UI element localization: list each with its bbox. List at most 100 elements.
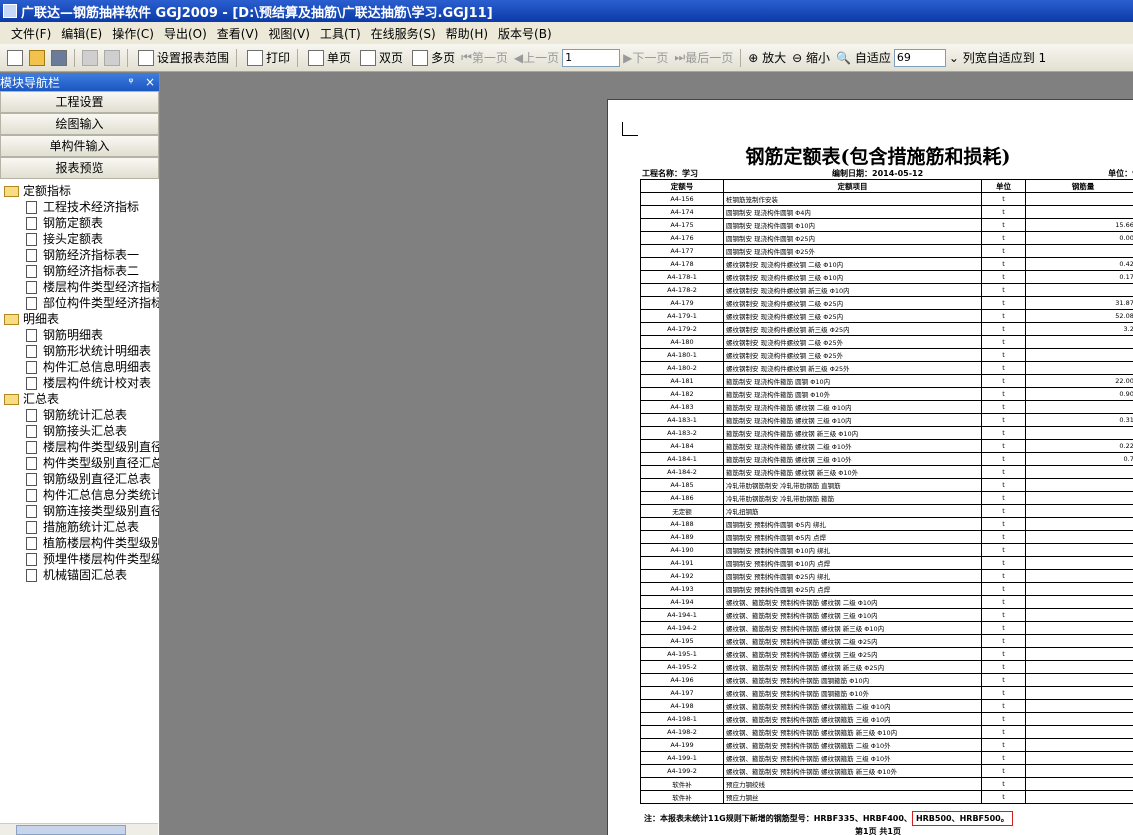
menu-help[interactable]: 帮助(H) [441, 25, 493, 42]
report-note: 注：本报表未统计11G规则下新增的钢筋型号：HRBF335、HRBF400、 HR… [644, 811, 1013, 826]
menu-version[interactable]: 版本号(B) [493, 25, 557, 42]
cell-unit: t [981, 712, 1026, 726]
prev-page-button[interactable]: ◀ 上一页 [511, 49, 562, 66]
tree-item[interactable]: 钢筋经济指标表一 [4, 247, 159, 263]
tree-item[interactable]: 钢筋统计汇总表 [4, 407, 159, 423]
table-row: A4-191 圆钢制安 预制构件圆钢 Φ10内 点焊 t [640, 556, 1133, 570]
cell-quota-code: A4-179 [640, 296, 724, 310]
toolbar: 设置报表范围 打印 单页 双页 多页 ⏮ 第一页 ◀ 上一页 ▶ 下一页 ⏭ 最… [0, 44, 1133, 72]
tree-folder[interactable]: 明细表 [4, 311, 159, 327]
menu-export[interactable]: 导出(O) [159, 25, 212, 42]
tree-item[interactable]: 工程技术经济指标 [4, 199, 159, 215]
zoom-in-button[interactable]: ⊕ 放大 [745, 49, 789, 66]
tree-item[interactable]: 预埋件楼层构件类型级 [4, 551, 159, 567]
close-icon[interactable]: × [145, 75, 155, 89]
tree-item[interactable]: 钢筋级别直径汇总表 [4, 471, 159, 487]
tree-item[interactable]: 钢筋形状统计明细表 [4, 343, 159, 359]
tree-item[interactable]: 钢筋连接类型级别直径 [4, 503, 159, 519]
cell-quantity [1025, 595, 1133, 609]
nav-drawing-input[interactable]: 绘图输入 [0, 113, 159, 135]
tree-item[interactable]: 钢筋明细表 [4, 327, 159, 343]
pin-icon[interactable]: ᵠ [128, 75, 133, 89]
tree-item[interactable]: 楼层构件类型经济指标 [4, 279, 159, 295]
cell-unit: t [981, 257, 1026, 271]
cell-quota-code: A4-180 [640, 335, 724, 349]
menu-edit[interactable]: 编辑(E) [56, 25, 107, 42]
tree-item[interactable]: 钢筋定额表 [4, 215, 159, 231]
cell-quota-code: A4-195 [640, 634, 724, 648]
last-page-button[interactable]: ⏭ 最后一页 [671, 49, 736, 66]
nav-horizontal-scrollbar[interactable] [0, 823, 158, 835]
crop-mark [622, 122, 638, 136]
tree-folder[interactable]: 汇总表 [4, 391, 159, 407]
redo-icon[interactable] [104, 49, 120, 66]
undo-icon[interactable] [82, 49, 98, 66]
menu-online-service[interactable]: 在线服务(S) [366, 25, 441, 42]
cell-quota-item: 箍筋制安 现浇构件箍筋 圆钢 Φ10外 [723, 387, 982, 401]
cell-quota-item: 螺纹钢制安 现浇构件螺纹钢 二级 Φ25内 [723, 296, 982, 310]
fit-button[interactable]: 🔍 自适应 [833, 49, 894, 66]
tree-item[interactable]: 部位构件类型经济指标 [4, 295, 159, 311]
cell-quantity: 52.084 [1025, 309, 1133, 323]
double-page-button[interactable]: 双页 [354, 49, 406, 66]
tree-item[interactable]: 植筋楼层构件类型级别 [4, 535, 159, 551]
cell-quota-code: A4-179-1 [640, 309, 724, 323]
report-page: 钢筋定额表(包含措施筋和损耗) 工程名称：学习 编制日期：2014-05-12 … [607, 99, 1133, 835]
table-row: A4-195-1 螺纹钢、箍筋制安 预制构件钢筋 螺纹钢 三级 Φ25内 t [640, 647, 1133, 661]
tree-item[interactable]: 构件汇总信息明细表 [4, 359, 159, 375]
menu-view[interactable]: 查看(V) [212, 25, 264, 42]
menu-file[interactable]: 文件(F) [6, 25, 56, 42]
menu-operate[interactable]: 操作(C) [107, 25, 159, 42]
report-viewer[interactable]: 钢筋定额表(包含措施筋和损耗) 工程名称：学习 编制日期：2014-05-12 … [161, 73, 1133, 835]
tree-item[interactable]: 钢筋经济指标表二 [4, 263, 159, 279]
tree-item[interactable]: 楼层构件统计校对表 [4, 375, 159, 391]
open-folder-icon[interactable] [29, 49, 45, 66]
save-icon[interactable] [51, 49, 67, 66]
single-page-button[interactable]: 单页 [302, 49, 354, 66]
cell-quota-item: 螺纹钢、箍筋制安 预制构件钢筋 螺纹钢箍筋 三级 Φ10内 [723, 712, 982, 726]
tree-item[interactable]: 构件类型级别直径汇总 [4, 455, 159, 471]
nav-project-settings[interactable]: 工程设置 [0, 91, 159, 113]
zoom-out-button[interactable]: ⊖ 缩小 [789, 49, 833, 66]
tree-item[interactable]: 钢筋接头汇总表 [4, 423, 159, 439]
print-button[interactable]: 打印 [241, 49, 293, 66]
cell-quota-code: A4-180-2 [640, 361, 724, 375]
nav-single-member-input[interactable]: 单构件输入 [0, 135, 159, 157]
table-row: A4-183 箍筋制安 现浇构件箍筋 螺纹钢 二级 Φ10内 t [640, 400, 1133, 414]
cell-quantity: 0.425 [1025, 257, 1133, 271]
tree-item[interactable]: 机械锚固汇总表 [4, 567, 159, 583]
page-number-input[interactable] [562, 48, 621, 67]
nav-report-preview[interactable]: 报表预览 [0, 157, 159, 179]
menu-tools[interactable]: 工具(T) [315, 25, 366, 42]
new-file-icon[interactable] [7, 49, 23, 66]
tree-item-label: 钢筋统计汇总表 [43, 408, 128, 422]
tree-item[interactable]: 接头定额表 [4, 231, 159, 247]
zoom-value-select[interactable] [893, 48, 946, 67]
menu-window-view[interactable]: 视图(V) [263, 25, 315, 42]
tree-folder[interactable]: 定额指标 [4, 183, 159, 199]
first-page-button[interactable]: ⏮ 第一页 [458, 49, 511, 66]
tree-item[interactable]: 措施筋统计汇总表 [4, 519, 159, 535]
table-row: A4-186 冷轧带肋钢筋制安 冷轧带肋钢筋 箍筋 t [640, 491, 1133, 505]
scrollbar-thumb[interactable] [16, 825, 126, 835]
tree-item-label: 钢筋经济指标表一 [43, 248, 140, 262]
table-row: A4-194-2 螺纹钢、箍筋制安 预制构件钢筋 螺纹钢 新三级 Φ10内 t [640, 621, 1133, 635]
column-fit-button[interactable]: ⌄ 列宽自适应到 1 [946, 49, 1049, 66]
prev-page-label: 上一页 [523, 51, 560, 65]
tree-item[interactable]: 构件汇总信息分类统计 [4, 487, 159, 503]
module-nav-panel: 模块导航栏 ᵠ × 工程设置 绘图输入 单构件输入 报表预览 定额指标 工程技术… [0, 73, 160, 835]
table-header-row: 定额号 定额项目 单位 钢筋量 [640, 179, 1133, 193]
multi-page-button[interactable]: 多页 [406, 49, 458, 66]
set-report-range-button[interactable]: 设置报表范围 [132, 49, 232, 66]
cell-quantity [1025, 478, 1133, 492]
next-page-button[interactable]: ▶ 下一页 [620, 49, 671, 66]
tree-item[interactable]: 楼层构件类型级别直径 [4, 439, 159, 455]
cell-quantity [1025, 491, 1133, 505]
magnifier-icon: 🔍 [836, 50, 851, 65]
cell-quota-item: 螺纹钢制安 现浇构件螺纹钢 二级 Φ25外 [723, 335, 982, 349]
document-icon [26, 488, 37, 502]
tree-item-label: 钢筋经济指标表二 [43, 264, 140, 278]
table-row: A4-184-2 箍筋制安 现浇构件箍筋 螺纹钢 新三级 Φ10外 t [640, 465, 1133, 479]
cell-quota-code: 软件补 [640, 777, 724, 791]
header-quota-item: 定额项目 [723, 179, 982, 193]
